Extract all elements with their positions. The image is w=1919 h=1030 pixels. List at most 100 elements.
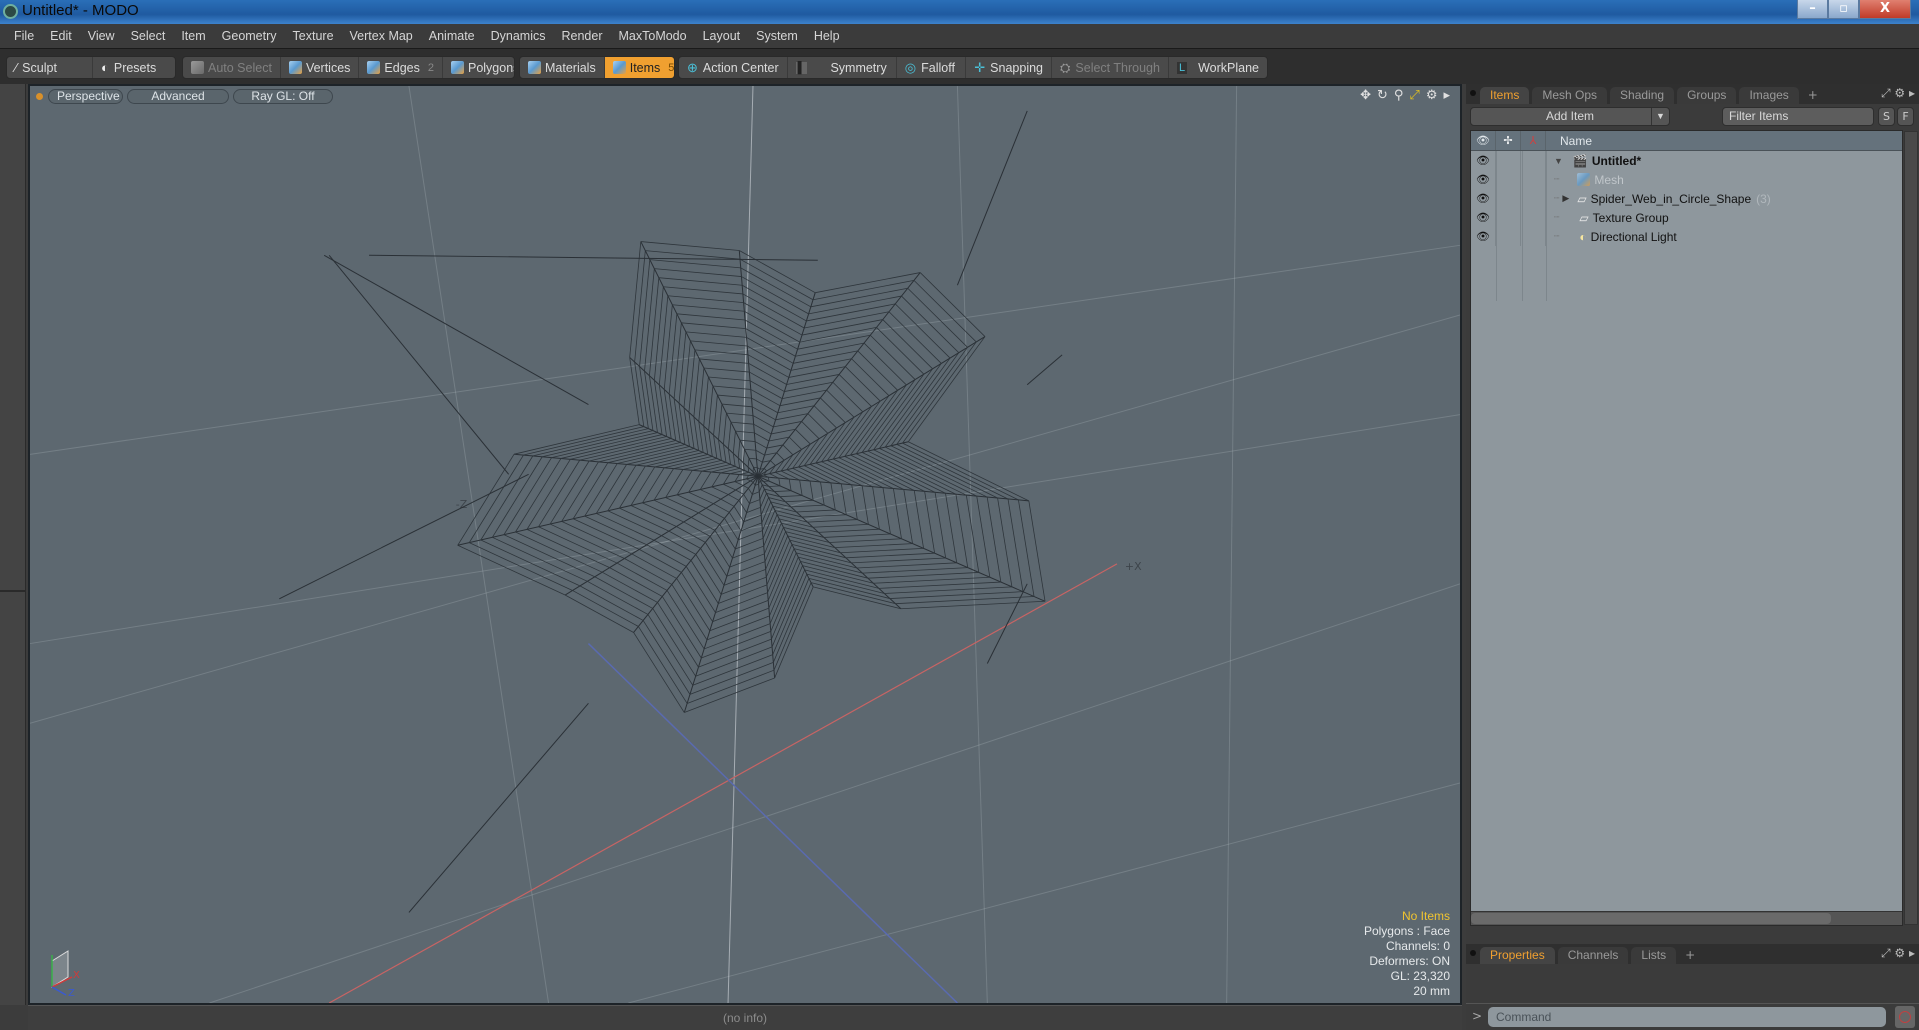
- name-column-header[interactable]: Name: [1546, 134, 1592, 148]
- f-filter-button[interactable]: F: [1897, 107, 1914, 126]
- menu-view[interactable]: View: [80, 29, 123, 43]
- menu-help[interactable]: Help: [806, 29, 848, 43]
- menu-render[interactable]: Render: [554, 29, 611, 43]
- close-button[interactable]: X: [1859, 0, 1911, 19]
- action-center-button[interactable]: ⊕ Action Center: [679, 57, 788, 78]
- panel-expand-gear-icon[interactable]: ⤢ ⚙ ▸: [1881, 946, 1915, 961]
- pan-icon[interactable]: ✥: [1360, 88, 1371, 103]
- rotate-icon[interactable]: ↻: [1377, 88, 1388, 103]
- tab-groups[interactable]: Groups: [1677, 87, 1737, 104]
- tab-items[interactable]: Items: [1480, 87, 1530, 104]
- left-toolbox-strip[interactable]: [0, 84, 26, 1005]
- presets-button[interactable]: ◐ Presets: [93, 57, 164, 78]
- lock-column-icon[interactable]: ✢: [1496, 131, 1521, 150]
- maximize-button[interactable]: ▫: [1828, 0, 1859, 19]
- expand-arrow-icon[interactable]: ▼: [1554, 156, 1563, 166]
- web-ring-segment: [718, 584, 768, 604]
- workplane-icon: L: [1176, 61, 1188, 74]
- web-ring-segment: [688, 412, 695, 449]
- panel-options-dot[interactable]: [1470, 90, 1476, 96]
- tab-channels[interactable]: Channels: [1557, 947, 1629, 964]
- eye-icon[interactable]: 👁: [1471, 208, 1496, 227]
- panel-expand-gear-icon[interactable]: ⤢ ⚙ ▸: [1881, 86, 1915, 101]
- sculpt-button[interactable]: ⁄ Sculpt: [7, 57, 93, 78]
- tree-row-spider-web[interactable]: 👁 ┈ ▶ ▱ Spider_Web_in_Circle_Shape (3): [1471, 189, 1902, 208]
- web-ring-segment: [765, 531, 786, 578]
- polygons-button[interactable]: Polygons: [443, 57, 514, 78]
- polygons-status: Polygons : Face: [1363, 924, 1450, 938]
- viewport-menu-arrow-icon[interactable]: ▸: [1443, 88, 1450, 103]
- viewport-settings-gear-icon[interactable]: ⚙: [1426, 88, 1438, 103]
- menu-edit[interactable]: Edit: [42, 29, 80, 43]
- neg-z-axis-label: -Z: [456, 498, 468, 511]
- falloff-button[interactable]: ◎ Falloff: [897, 57, 967, 78]
- edges-button[interactable]: Edges 2: [359, 57, 443, 78]
- vertical-scrollbar[interactable]: [1904, 131, 1918, 925]
- tab-images[interactable]: Images: [1739, 87, 1799, 104]
- s-filter-button[interactable]: S: [1878, 107, 1895, 126]
- menu-vertex-map[interactable]: Vertex Map: [342, 29, 421, 43]
- web-ring-segment: [492, 536, 588, 582]
- menu-dynamics[interactable]: Dynamics: [483, 29, 554, 43]
- scrollbar-thumb[interactable]: [1471, 913, 1831, 924]
- workplane-button[interactable]: L WorkPlane: [1169, 57, 1267, 78]
- web-ring-segment: [870, 334, 916, 380]
- item-list-tree[interactable]: 👁 ✢ ⅄ Name 👁 ▼ 🎬 Untitled* 👁 ┈ Mesh 👁 ┈ …: [1470, 130, 1918, 926]
- web-ring-segment: [745, 328, 796, 357]
- symmetry-button[interactable]: ▌ Symmetry: [788, 57, 897, 78]
- web-ring-segment: [560, 434, 663, 459]
- axis-column-icon[interactable]: ⅄: [1521, 131, 1546, 150]
- collapse-arrow-icon[interactable]: ▶: [1562, 193, 1569, 204]
- snapping-button[interactable]: ✛ Snapping: [966, 57, 1052, 78]
- items-button[interactable]: Items 5: [604, 57, 674, 78]
- sculpt-presets-group: ⁄ Sculpt ◐ Presets: [6, 56, 176, 79]
- menu-layout[interactable]: Layout: [695, 29, 749, 43]
- 3d-viewport[interactable]: +X -Z Perspective Advanced Ray GL: Off ✥ …: [28, 84, 1462, 1005]
- menu-system[interactable]: System: [748, 29, 806, 43]
- record-macro-icon[interactable]: [1895, 1006, 1915, 1028]
- tree-row-texture-group[interactable]: 👁 ┈ ▱ Texture Group: [1471, 208, 1902, 227]
- zoom-icon[interactable]: ⚲: [1394, 88, 1404, 103]
- eye-icon[interactable]: 👁: [1471, 227, 1496, 246]
- add-item-dropdown[interactable]: Add Item ▼: [1470, 107, 1670, 126]
- viewport-options-dot[interactable]: [36, 92, 43, 100]
- tree-row-untitled[interactable]: 👁 ▼ 🎬 Untitled*: [1471, 151, 1902, 170]
- minimize-button[interactable]: –: [1797, 0, 1828, 19]
- horizontal-scrollbar[interactable]: [1471, 911, 1902, 925]
- menu-texture[interactable]: Texture: [285, 29, 342, 43]
- tree-row-directional-light[interactable]: 👁 ┈ ◐ Directional Light: [1471, 227, 1902, 246]
- select-through-button[interactable]: ⛭ Select Through: [1052, 57, 1169, 78]
- command-input[interactable]: Command: [1488, 1007, 1886, 1027]
- web-ring-segment: [723, 413, 727, 445]
- tab-properties[interactable]: Properties: [1480, 947, 1555, 964]
- tree-row-mesh[interactable]: 👁 ┈ Mesh: [1471, 170, 1902, 189]
- web-ring-segment: [714, 530, 733, 559]
- axis-orientation-gizmo: X Z: [51, 950, 80, 997]
- tab-shading[interactable]: Shading: [1610, 87, 1675, 104]
- tab-lists[interactable]: Lists: [1631, 947, 1677, 964]
- add-tab-plus-icon[interactable]: +: [1679, 947, 1701, 964]
- web-ring-segment: [746, 336, 794, 364]
- visibility-column-eye-icon[interactable]: 👁: [1471, 131, 1496, 150]
- menu-animate[interactable]: Animate: [421, 29, 483, 43]
- view-mode-dropdown[interactable]: Perspective: [48, 88, 123, 104]
- add-tab-plus-icon[interactable]: +: [1802, 87, 1824, 104]
- eye-icon[interactable]: 👁: [1471, 170, 1496, 189]
- menu-geometry[interactable]: Geometry: [214, 29, 285, 43]
- menu-item[interactable]: Item: [173, 29, 213, 43]
- shading-dropdown[interactable]: Advanced: [127, 88, 229, 104]
- materials-button[interactable]: Materials: [520, 57, 605, 78]
- filter-items-input[interactable]: Filter Items: [1722, 107, 1874, 126]
- raygl-toggle[interactable]: Ray GL: Off: [233, 88, 333, 104]
- menu-file[interactable]: File: [6, 29, 42, 43]
- menu-maxtomodo[interactable]: MaxToModo: [611, 29, 695, 43]
- auto-select-button[interactable]: Auto Select: [183, 57, 281, 78]
- maximize-viewport-icon[interactable]: ⤢: [1409, 88, 1419, 103]
- web-ring-segment: [752, 482, 756, 486]
- eye-icon[interactable]: 👁: [1471, 151, 1496, 170]
- eye-icon[interactable]: 👁: [1471, 189, 1496, 208]
- panel-options-dot[interactable]: [1470, 950, 1476, 956]
- tab-mesh-ops[interactable]: Mesh Ops: [1532, 87, 1608, 104]
- menu-select[interactable]: Select: [123, 29, 174, 43]
- vertices-button[interactable]: Vertices: [281, 57, 360, 78]
